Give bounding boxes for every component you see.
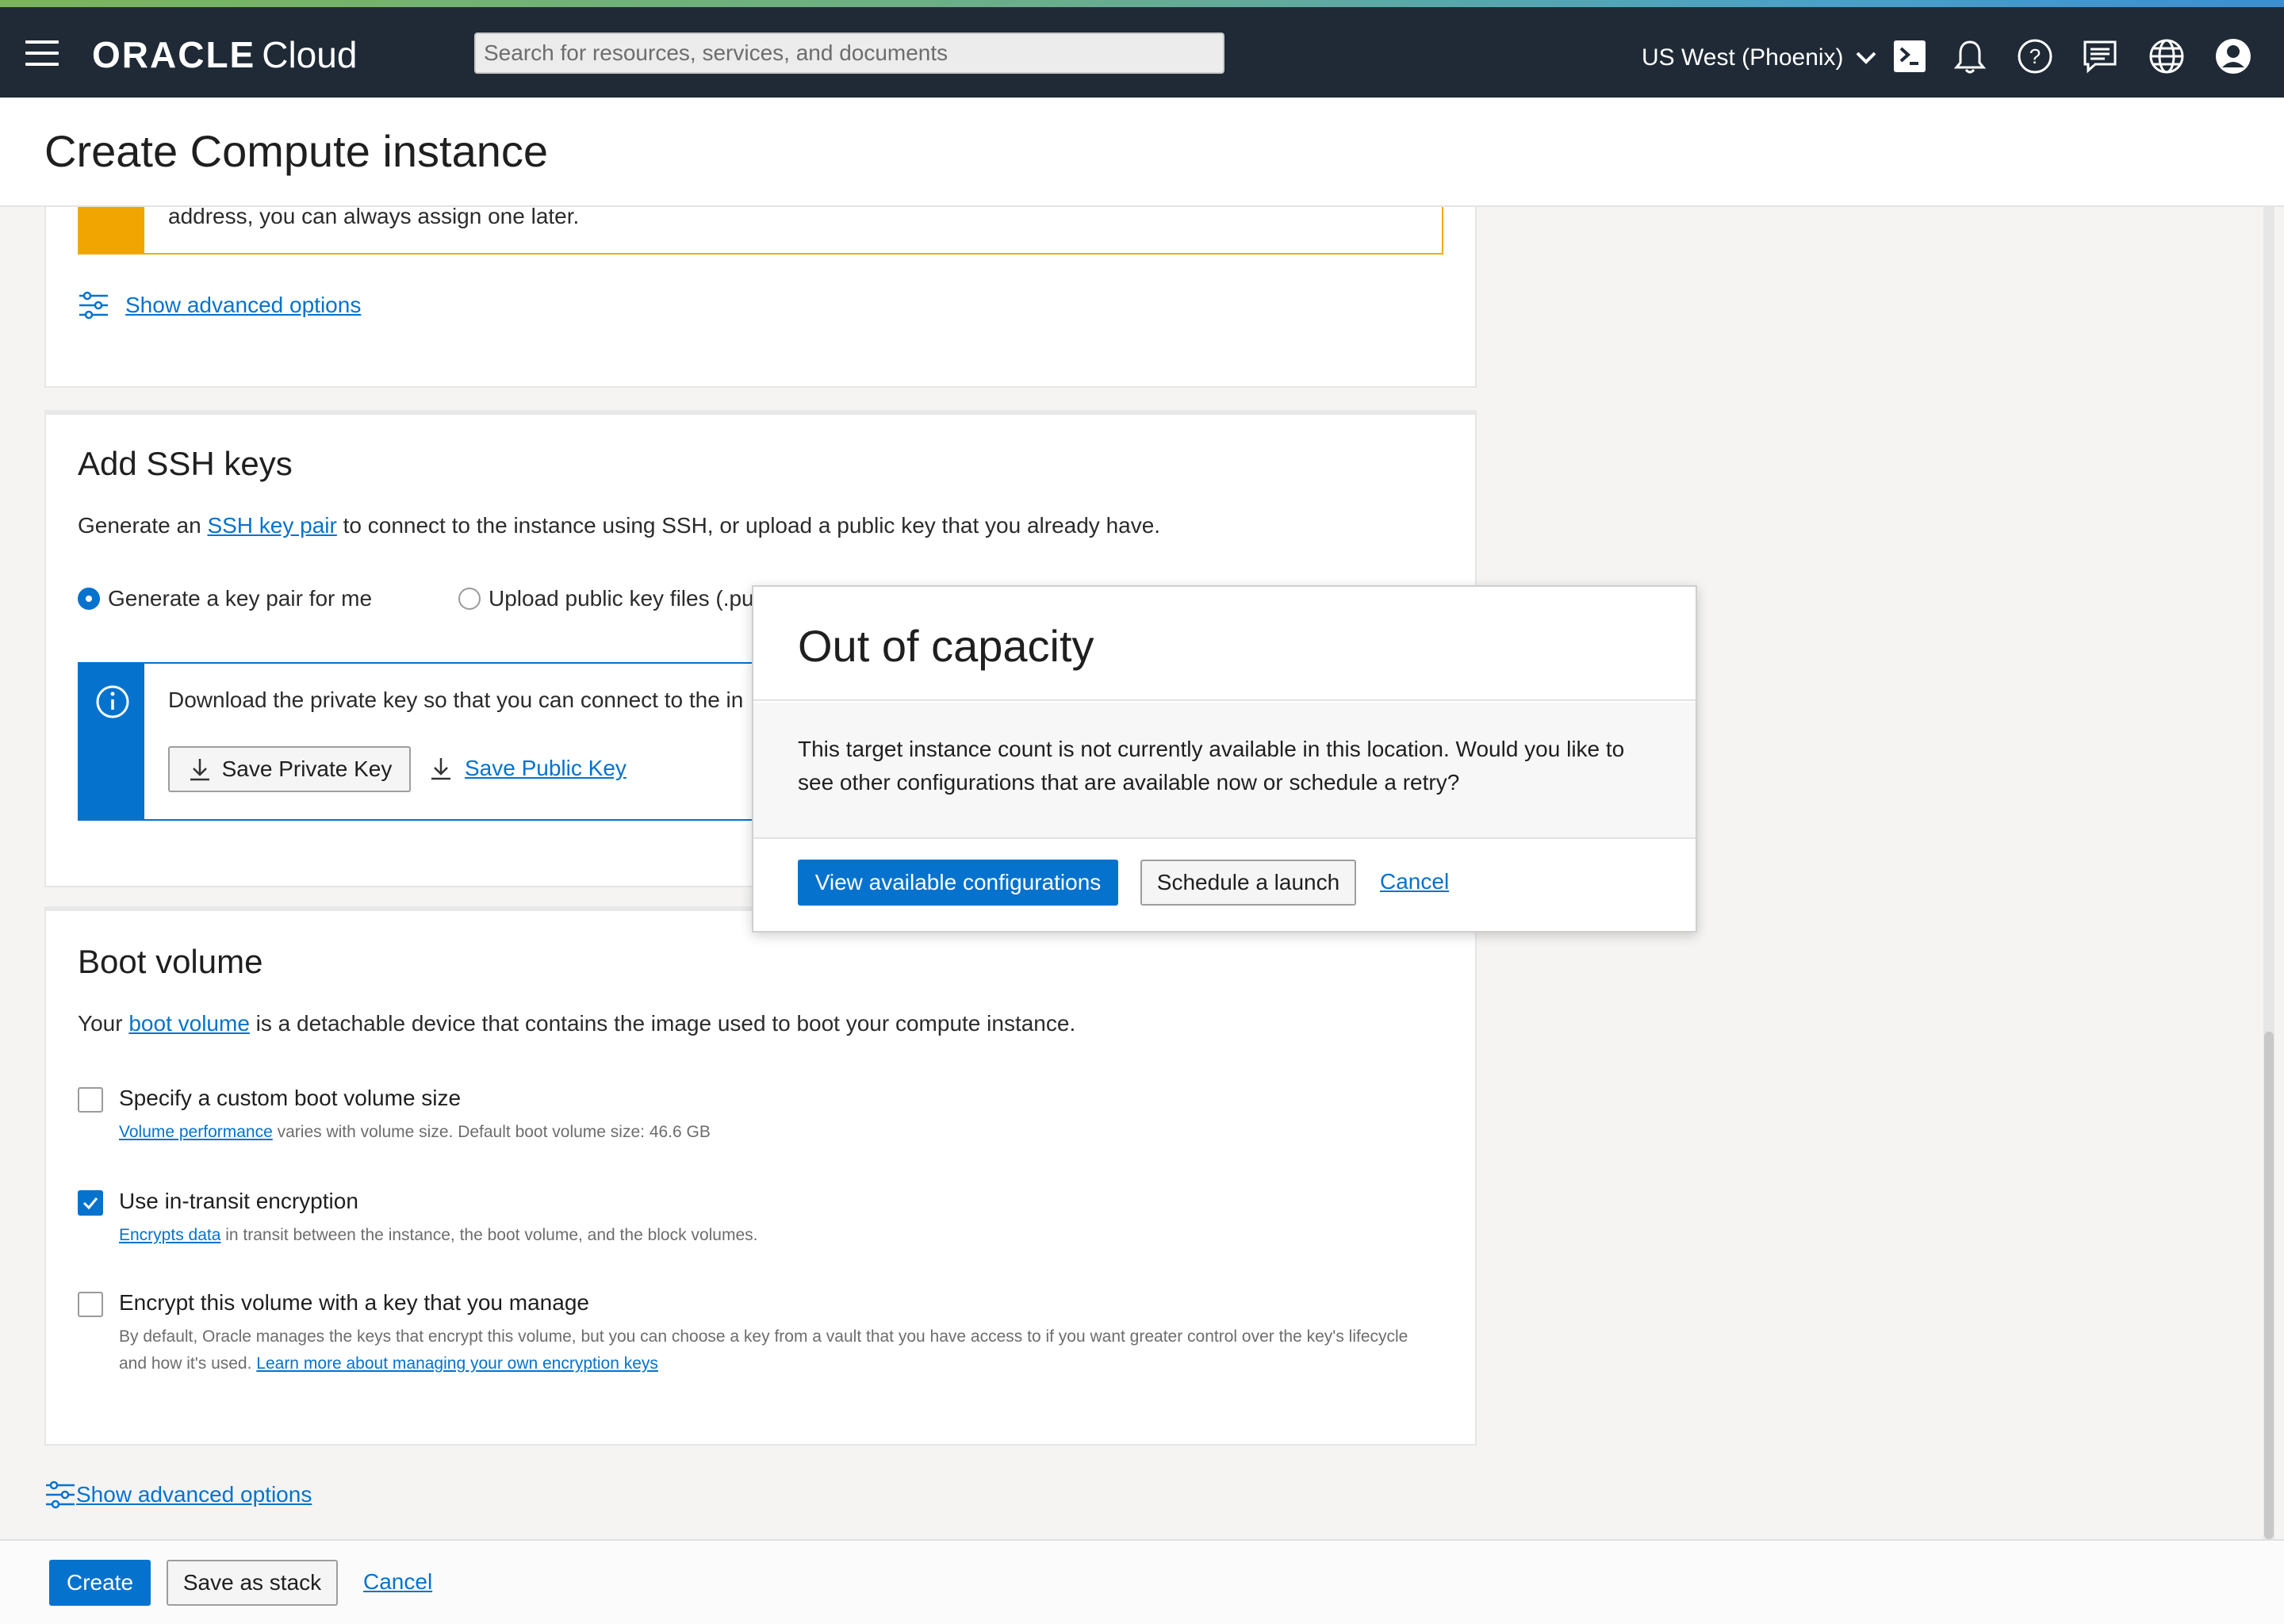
globe-icon[interactable] (2148, 37, 2186, 75)
profile-icon[interactable] (2214, 37, 2252, 75)
schedule-a-launch-button[interactable]: Schedule a launch (1140, 860, 1356, 906)
dialog-cancel-link[interactable]: Cancel (1380, 869, 1449, 894)
checkmark-icon (82, 1197, 98, 1210)
customer-managed-key-label: Encrypt this volume with a key that you … (119, 1290, 589, 1315)
warning-message: address, you can always assign one later… (78, 207, 1443, 255)
boot-volume-card: Boot volume Your boot volume is a detach… (44, 906, 1477, 1446)
download-icon (190, 759, 209, 781)
page-header: Create Compute instance (0, 98, 2284, 207)
top-accent-stripe (0, 0, 2284, 7)
chat-icon[interactable] (2081, 37, 2119, 75)
menu-icon[interactable] (25, 40, 59, 66)
create-button[interactable]: Create (49, 1560, 151, 1606)
custom-boot-volume-size-checkbox[interactable] (78, 1087, 103, 1113)
warning-text: address, you can always assign one later… (168, 207, 580, 228)
dialog-title: Out of capacity (798, 621, 1094, 671)
customer-managed-key-checkbox[interactable] (78, 1292, 103, 1317)
show-advanced-options-label[interactable]: Show advanced options (125, 293, 361, 318)
top-navigation-bar: ORACLECloud US West (Phoenix) ? (0, 7, 2284, 98)
volume-performance-link[interactable]: Volume performance (119, 1123, 273, 1141)
bell-icon[interactable] (1951, 37, 1989, 75)
save-private-key-button[interactable]: Save Private Key (168, 746, 411, 792)
chevron-down-icon (1856, 52, 1876, 64)
encrypts-data-link[interactable]: Encrypts data (119, 1226, 220, 1244)
ssh-keys-heading: Add SSH keys (78, 445, 293, 482)
customer-managed-key-help: By default, Oracle manages the keys that… (119, 1327, 1408, 1373)
show-advanced-options-link[interactable]: Show advanced options (78, 289, 361, 321)
networking-card: address, you can always assign one later… (44, 207, 1477, 388)
boot-volume-description: Your boot volume is a detachable device … (78, 1011, 1076, 1036)
download-icon (431, 758, 450, 780)
learn-more-encryption-keys-link[interactable]: Learn more about managing your own encry… (256, 1354, 658, 1373)
radio-generate-key-pair[interactable]: Generate a key pair for me (78, 586, 372, 611)
svg-text:?: ? (2029, 44, 2041, 68)
show-advanced-options-bottom-label[interactable]: Show advanced options (76, 1482, 312, 1507)
sliders-icon (46, 1480, 75, 1509)
dialog-message: This target instance count is not curren… (798, 737, 1625, 795)
view-available-configurations-button[interactable]: View available configurations (798, 860, 1118, 906)
radio-button-selected[interactable] (78, 588, 100, 610)
warning-icon (79, 207, 144, 253)
page-scrollbar[interactable] (2263, 207, 2274, 1539)
radio-upload-public-key[interactable]: Upload public key files (.pu (458, 586, 754, 611)
private-key-info-text: Download the private key so that you can… (168, 688, 744, 712)
page-title: Create Compute instance (44, 126, 549, 176)
custom-boot-volume-size-help: Volume performance varies with volume si… (119, 1123, 711, 1141)
boot-volume-link[interactable]: boot volume (128, 1011, 250, 1036)
cancel-link[interactable]: Cancel (363, 1569, 432, 1595)
oracle-cloud-logo[interactable]: ORACLE Cloud (92, 33, 357, 77)
help-icon[interactable]: ? (2016, 37, 2054, 75)
in-transit-encryption-checkbox[interactable] (78, 1190, 103, 1216)
ssh-key-pair-link[interactable]: SSH key pair (207, 513, 336, 538)
cloud-shell-icon[interactable] (1891, 37, 1929, 75)
region-selector[interactable]: US West (Phoenix) (1642, 42, 1877, 74)
save-public-key-link[interactable]: Save Public Key (428, 756, 627, 781)
form-footer: Create Save as stack Cancel (0, 1539, 2284, 1624)
region-label: US West (Phoenix) (1642, 44, 1844, 71)
sliders-icon (79, 291, 108, 320)
scrollbar-thumb[interactable] (2264, 1032, 2274, 1539)
dialog-header: Out of capacity (753, 587, 1696, 701)
in-transit-encryption-help: Encrypts data in transit between the ins… (119, 1226, 758, 1244)
dialog-body: This target instance count is not curren… (753, 703, 1696, 839)
show-advanced-options-bottom-link[interactable]: Show advanced options (44, 1479, 312, 1511)
ssh-keys-description: Generate an SSH key pair to connect to t… (78, 513, 1161, 538)
custom-boot-volume-size-label: Specify a custom boot volume size (119, 1086, 462, 1110)
out-of-capacity-dialog: Out of capacity This target instance cou… (752, 585, 1697, 933)
boot-volume-heading: Boot volume (78, 943, 263, 980)
save-as-stack-button[interactable]: Save as stack (167, 1560, 338, 1606)
in-transit-encryption-label: Use in-transit encryption (119, 1189, 358, 1213)
radio-button[interactable] (458, 588, 481, 610)
search-input[interactable] (474, 33, 1224, 74)
info-icon (96, 685, 129, 718)
